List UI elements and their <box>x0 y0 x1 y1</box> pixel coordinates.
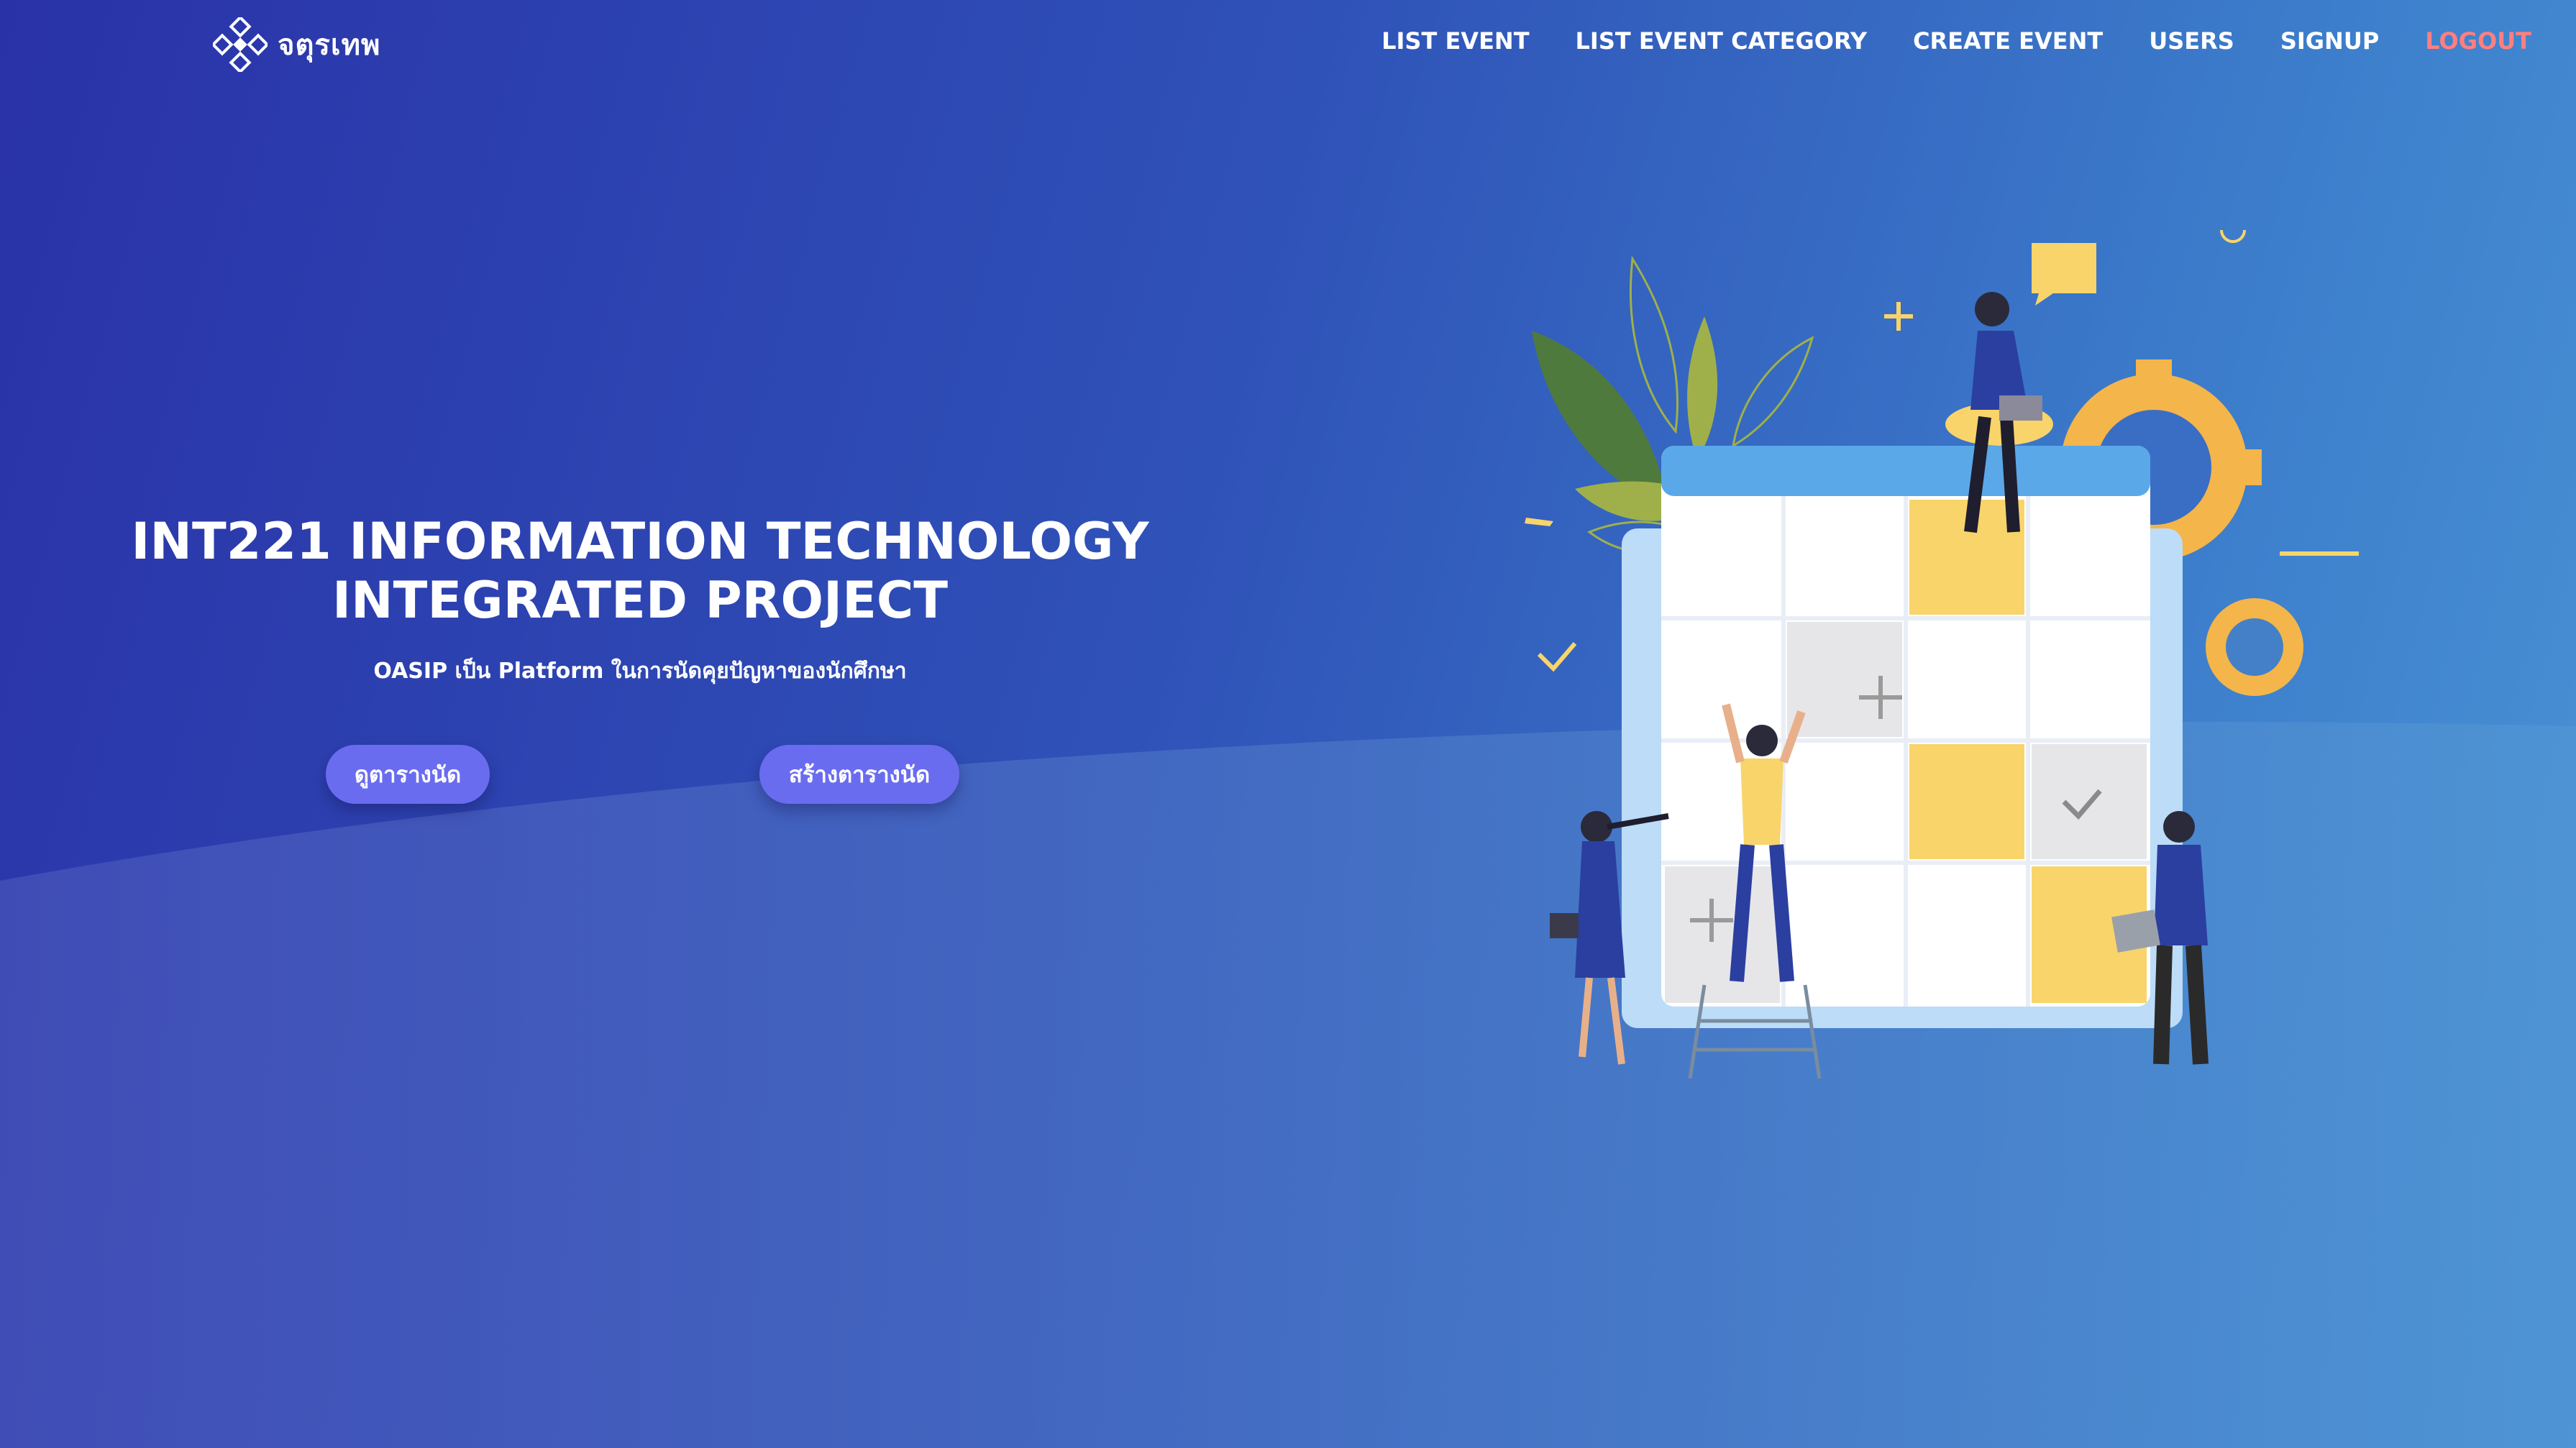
page: จตุรเทพ LIST EVENT LIST EVENT CATEGORY C… <box>0 0 2576 1448</box>
brand-name: จตุรเทพ <box>278 29 381 62</box>
speech-bubble-icon <box>2032 243 2096 293</box>
view-schedule-button[interactable]: ดูตารางนัด <box>326 745 490 804</box>
hero-subtitle: OASIP เป็น Platform ในการนัดคุยปัญหาของน… <box>373 659 907 684</box>
hero-title: INT221 INFORMATION TECHNOLOGY INTEGRATED… <box>129 512 1151 630</box>
check-icon <box>1537 642 1577 672</box>
nav-create-event[interactable]: CREATE EVENT <box>1913 27 2103 55</box>
lightbulb-icon <box>2220 230 2246 243</box>
nav-logout[interactable]: LOGOUT <box>2425 27 2531 55</box>
hero-title-line1: INT221 INFORMATION TECHNOLOGY <box>131 512 1149 571</box>
diamond-pattern-logo-icon <box>213 17 268 72</box>
nav-menu: LIST EVENT LIST EVENT CATEGORY CREATE EV… <box>1335 27 2531 55</box>
navbar: จตุรเทพ LIST EVENT LIST EVENT CATEGORY C… <box>0 0 2576 90</box>
gear-small-icon <box>2206 598 2303 696</box>
calendar-team-illustration <box>1525 230 2359 1079</box>
plus-icon <box>1884 302 1913 331</box>
nav-signup[interactable]: SIGNUP <box>2280 27 2379 55</box>
hero-title-line2: INTEGRATED PROJECT <box>332 571 949 630</box>
create-schedule-button[interactable]: สร้างตารางนัด <box>759 745 959 804</box>
calendar-board <box>1622 446 2183 1028</box>
nav-users[interactable]: USERS <box>2149 27 2234 55</box>
hero: INT221 INFORMATION TECHNOLOGY INTEGRATED… <box>129 512 1151 688</box>
nav-list-event-category[interactable]: LIST EVENT CATEGORY <box>1576 27 1868 55</box>
nav-list-event[interactable]: LIST EVENT <box>1381 27 1529 55</box>
brand[interactable]: จตุรเทพ <box>213 17 380 72</box>
